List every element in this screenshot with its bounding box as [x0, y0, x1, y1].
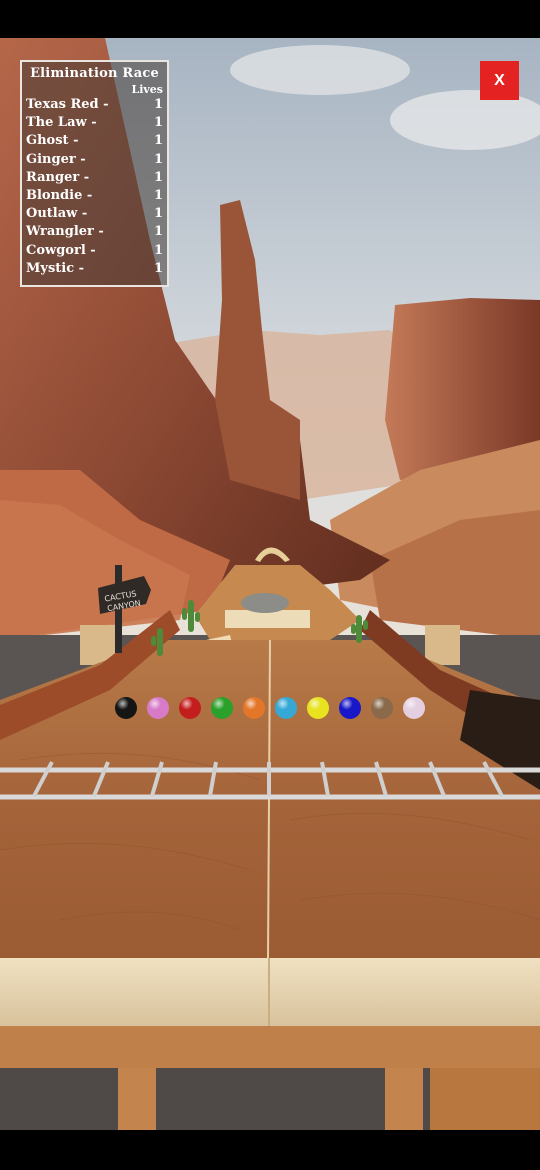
- racer-lives: 1: [153, 115, 163, 131]
- marble-highlight: [371, 697, 393, 719]
- navigation-bar: [0, 1130, 540, 1170]
- racer-list: Texas Red - 1 The Law - 1 Ghost - 1 Ginger …: [22, 96, 167, 278]
- leaderboard-panel: Elimination Race Lives Texas Red - 1 The …: [20, 60, 169, 287]
- racer-row: The Law - 1: [26, 114, 163, 132]
- racer-row: Blondie - 1: [26, 187, 163, 205]
- racer-lives: 1: [153, 260, 163, 276]
- marble-highlight: [147, 697, 169, 719]
- racer-name: The Law -: [26, 115, 97, 131]
- marble-highlight: [115, 697, 137, 719]
- racer-row: Wrangler - 1: [26, 223, 163, 241]
- marble-highlight: [339, 697, 361, 719]
- racer-lives: 1: [153, 187, 163, 203]
- racer-lives: 1: [153, 242, 163, 258]
- racer-row: Mystic - 1: [26, 260, 163, 278]
- racer-row: Ginger - 1: [26, 151, 163, 169]
- racer-row: Ranger - 1: [26, 169, 163, 187]
- marble-highlight: [403, 697, 425, 719]
- racer-row: Outlaw - 1: [26, 205, 163, 223]
- racer-lives: 1: [153, 97, 163, 112]
- racer-name: Mystic -: [26, 260, 85, 276]
- marble-highlight: [275, 697, 297, 719]
- marble-highlight: [179, 697, 201, 719]
- racer-name: Ginger -: [26, 151, 86, 167]
- marble-highlight: [243, 697, 265, 719]
- racer-name: Outlaw -: [26, 206, 88, 222]
- racer-row: Cowgorl - 1: [26, 242, 163, 260]
- racer-lives: 1: [153, 169, 163, 185]
- racer-name: Cowgorl -: [26, 242, 96, 258]
- racer-name: Ranger -: [26, 169, 90, 185]
- racer-lives: 1: [153, 224, 163, 240]
- racer-name: Texas Red -: [26, 97, 109, 112]
- marble-highlight: [307, 697, 329, 719]
- racer-row: Ghost - 1: [26, 132, 163, 150]
- marble-highlight: [211, 697, 233, 719]
- racer-row: Texas Red - 1: [26, 96, 163, 114]
- close-button[interactable]: X: [480, 61, 519, 100]
- racer-name: Blondie -: [26, 187, 93, 203]
- lives-column-header: Lives: [131, 83, 164, 96]
- racer-lives: 1: [153, 151, 163, 167]
- racer-name: Wrangler -: [26, 224, 104, 240]
- racer-name: Ghost -: [26, 133, 79, 149]
- racer-lives: 1: [153, 133, 163, 149]
- leaderboard-title: Elimination Race: [30, 66, 159, 81]
- status-bar: [0, 0, 540, 38]
- racer-lives: 1: [153, 206, 163, 222]
